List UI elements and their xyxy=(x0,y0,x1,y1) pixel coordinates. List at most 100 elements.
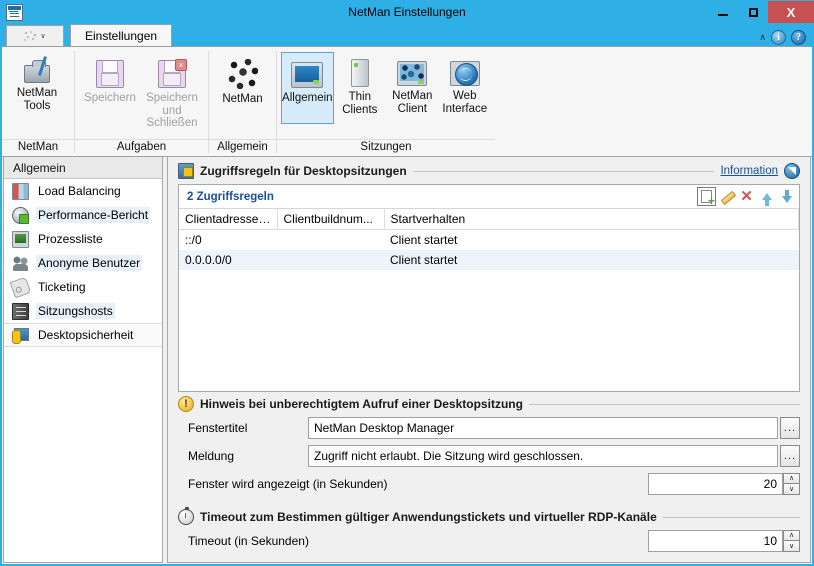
table-header-row: Clientadresse/IP Clientbuildnum... Start… xyxy=(179,209,799,230)
ribbon-right-tools: ∧ i ? xyxy=(759,30,806,45)
rules-section-header: Zugriffsregeln für Desktopsitzungen Info… xyxy=(178,163,800,179)
ribbon-button-netman-tools[interactable]: NetMan Tools xyxy=(6,52,68,124)
sidebar-item-prozessliste[interactable]: Prozessliste xyxy=(4,227,162,251)
display-seconds-spin-buttons: ∧ ∨ xyxy=(783,473,800,495)
edit-rule-button[interactable] xyxy=(717,187,736,206)
move-up-button[interactable] xyxy=(757,187,776,206)
chevron-down-icon[interactable]: ∨ xyxy=(40,33,45,40)
ribbon-button-speichern-und-schliessen[interactable]: × Speichern und Schließen xyxy=(141,52,203,130)
timeout-section-header: Timeout zum Bestimmen gültiger Anwendung… xyxy=(178,507,800,525)
timeout-input[interactable]: 10 xyxy=(648,530,783,552)
warning-icon: ! xyxy=(178,396,194,412)
ribbon-button-netman[interactable]: NetMan xyxy=(213,52,272,124)
netman-settings-window: NetMan Einstellungen X ∨ Einstellungen ∧… xyxy=(0,0,814,566)
floppy-save-icon xyxy=(96,60,124,88)
sidebar-item-desktopsicherheit[interactable]: Desktopsicherheit xyxy=(4,323,162,347)
column-header-address[interactable]: Clientadresse/IP xyxy=(179,209,278,230)
ribbon-group-sitzungen: Allgemein Thin Clients NetMan Client Web… xyxy=(277,47,495,156)
performance-report-icon xyxy=(12,206,29,224)
information-link[interactable]: Information xyxy=(720,165,778,177)
sidebar-item-load-balancing[interactable]: Load Balancing xyxy=(4,179,162,203)
form-row-display-seconds: Fenster wird angezeigt (in Sekunden) 20 … xyxy=(178,473,800,495)
rules-card: 2 Zugriffsregeln ✕ Clientadresse/IP xyxy=(178,184,800,392)
delete-rule-button[interactable]: ✕ xyxy=(737,187,756,206)
cell-behavior: Client startet xyxy=(384,250,799,270)
rules-count-label: 2 Zugriffsregeln xyxy=(187,190,274,203)
ribbon-button-web-interface[interactable]: Web Interface xyxy=(439,52,491,124)
close-badge-icon: × xyxy=(175,59,187,71)
sidebar-item-anonyme-benutzer[interactable]: Anonyme Benutzer xyxy=(4,251,162,275)
ribbon-button-label: Allgemein xyxy=(282,92,333,104)
ribbon-button-netman-client[interactable]: NetMan Client xyxy=(386,52,438,124)
ribbon-button-label: Thin xyxy=(348,91,372,103)
ticketing-icon xyxy=(9,276,32,298)
section-divider xyxy=(528,403,800,405)
sidebar-item-sitzungshosts[interactable]: Sitzungshosts xyxy=(4,299,162,323)
section-divider xyxy=(412,170,715,172)
spin-down-icon[interactable]: ∨ xyxy=(783,484,800,495)
sidebar-item-label: Desktopsicherheit xyxy=(38,328,134,342)
cell-address: ::/0 xyxy=(185,233,202,247)
spin-up-icon[interactable]: ∧ xyxy=(783,530,800,541)
help-icon[interactable]: ? xyxy=(791,30,806,45)
display-seconds-input[interactable]: 20 xyxy=(648,473,783,495)
session-hosts-icon xyxy=(12,302,29,320)
thin-client-icon xyxy=(350,59,369,87)
info-icon[interactable]: i xyxy=(771,30,786,45)
ribbon-button-label: NetMan xyxy=(392,90,433,102)
spin-up-icon[interactable]: ∧ xyxy=(783,473,800,484)
toolbox-icon xyxy=(24,60,50,83)
spin-down-icon[interactable]: ∨ xyxy=(783,541,800,552)
new-rule-button[interactable] xyxy=(697,187,716,207)
ribbon-button-label2: Clients xyxy=(342,103,378,116)
notice-section: ! Hinweis bei unberechtigtem Aufruf eine… xyxy=(178,396,800,501)
ribbon-button-label: NetMan xyxy=(222,93,263,105)
rules-toolbar: 2 Zugriffsregeln ✕ xyxy=(179,185,799,209)
window-title: NetMan Einstellungen xyxy=(348,5,466,19)
quick-access-toolbar[interactable]: ∨ xyxy=(6,25,64,46)
process-list-icon xyxy=(12,230,29,248)
tab-einstellungen[interactable]: Einstellungen xyxy=(70,24,173,46)
ribbon-button-speichern[interactable]: Speichern xyxy=(79,52,141,124)
title-bar: NetMan Einstellungen X xyxy=(0,0,814,24)
section-title: Hinweis bei unberechtigtem Aufruf einer … xyxy=(200,397,523,411)
collapse-ribbon-icon[interactable]: ∧ xyxy=(759,33,766,42)
arrow-down-icon xyxy=(781,190,792,203)
table-row[interactable]: ::/0 Client startet xyxy=(179,230,799,251)
window-title-field[interactable]: NetMan Desktop Manager xyxy=(308,417,778,439)
message-field[interactable]: Zugriff nicht erlaubt. Die Sitzung wird … xyxy=(308,445,778,467)
ribbon-button-label2: Tools xyxy=(23,99,51,112)
ribbon-button-thin-clients[interactable]: Thin Clients xyxy=(334,52,386,124)
sidebar: Allgemein Load Balancing Performance-Ber… xyxy=(3,157,163,563)
timeout-spin-buttons: ∧ ∨ xyxy=(783,530,800,552)
message-browse-button[interactable]: ... xyxy=(780,445,800,467)
red-x-icon: ✕ xyxy=(740,188,753,205)
ribbon-button-allgemein-sitzungen[interactable]: Allgemein xyxy=(281,52,334,124)
floppy-save-close-icon: × xyxy=(158,59,187,88)
navigate-icon[interactable] xyxy=(784,163,800,179)
move-down-button[interactable] xyxy=(777,187,796,206)
cell-address: 0.0.0.0/0 xyxy=(179,250,277,270)
sidebar-item-performance-bericht[interactable]: Performance-Bericht xyxy=(4,203,162,227)
ribbon-button-label2: Interface xyxy=(442,102,488,115)
field-label: Fenstertitel xyxy=(188,421,248,435)
ribbon-button-label: Speichern xyxy=(146,92,198,104)
ribbon-group-netman: NetMan Tools NetMan xyxy=(2,47,74,156)
table-row[interactable]: 0.0.0.0/0 Client startet xyxy=(179,250,799,270)
network-nodes-icon xyxy=(227,59,258,89)
form-row-timeout: Timeout (in Sekunden) 10 ∧ ∨ xyxy=(178,530,800,552)
arrow-up-icon xyxy=(761,193,772,206)
window-body: Allgemein Load Balancing Performance-Ber… xyxy=(2,156,812,564)
sidebar-item-ticketing[interactable]: Ticketing xyxy=(4,275,162,299)
column-header-build[interactable]: Clientbuildnum... xyxy=(277,209,385,230)
ribbon-group-allgemein: NetMan Allgemein xyxy=(209,47,276,156)
close-button[interactable]: X xyxy=(768,1,814,23)
maximize-button[interactable] xyxy=(738,1,768,23)
rules-table: Clientadresse/IP Clientbuildnum... Start… xyxy=(179,209,799,270)
rules-table-container: Clientadresse/IP Clientbuildnum... Start… xyxy=(179,209,799,391)
minimize-button[interactable] xyxy=(708,1,738,23)
column-header-behavior[interactable]: Startverhalten xyxy=(384,209,799,230)
netman-dots-icon xyxy=(24,30,38,42)
desktop-security-icon xyxy=(12,327,29,344)
window-title-browse-button[interactable]: ... xyxy=(780,417,800,439)
